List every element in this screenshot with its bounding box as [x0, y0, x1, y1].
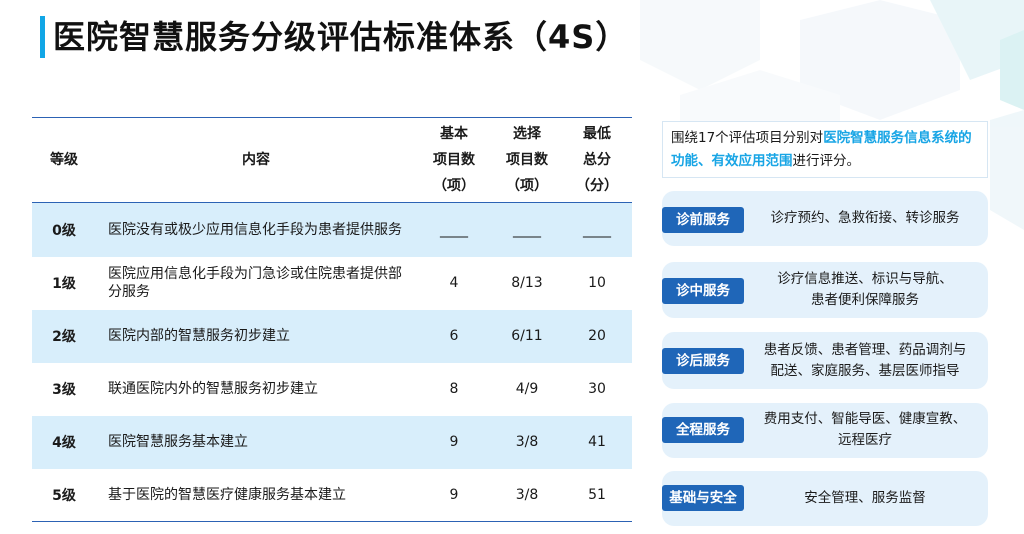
category-description: 费用支付、智能导医、健康宣教、 远程医疗 — [763, 411, 967, 448]
header-optional-items: 选择 项目数 （项） — [506, 126, 548, 194]
category-description: 诊疗信息推送、标识与导航、 患者便利保障服务 — [777, 271, 953, 308]
table-row: 0级 医院没有或极少应用信息化手段为患者提供服务 ____ ____ ____ — [32, 202, 632, 257]
row-content: 医院没有或极少应用信息化手段为患者提供服务 — [96, 202, 416, 257]
row-basic: ____ — [416, 202, 492, 257]
evaluation-table: 等级 内容 基本 项目数 （项） 选择 项目数 （项） 最低 总分 （分） 0级… — [32, 117, 632, 522]
row-content: 基于医院的智慧医疗健康服务基本建立 — [96, 468, 416, 522]
page-title: 医院智慧服务分级评估标准体系（4S） — [53, 18, 629, 56]
table-row: 4级 医院智慧服务基本建立 9 3/8 41 — [32, 415, 632, 469]
row-level: 0级 — [32, 202, 96, 257]
row-min-score: 10 — [562, 256, 632, 310]
category-description: 安全管理、服务监督 — [804, 490, 926, 506]
row-optional: 3/8 — [492, 415, 562, 469]
row-optional: 3/8 — [492, 468, 562, 522]
row-basic: 4 — [416, 256, 492, 310]
header-basic-items: 基本 项目数 （项） — [433, 126, 475, 194]
note-prefix: 围绕17个评估项目分别对 — [671, 130, 824, 146]
row-content: 医院应用信息化手段为门急诊或住院患者提供部分服务 — [96, 256, 416, 310]
category-badge: 诊前服务 — [662, 207, 744, 233]
row-min-score: 51 — [562, 468, 632, 522]
row-content: 医院内部的智慧服务初步建立 — [96, 309, 416, 363]
category-card-infrastructure-security: 基础与安全 安全管理、服务监督 — [662, 471, 988, 526]
row-optional: 4/9 — [492, 362, 562, 416]
row-basic: 9 — [416, 415, 492, 469]
category-badge: 基础与安全 — [662, 485, 744, 511]
row-min-score: 30 — [562, 362, 632, 416]
table-row: 2级 医院内部的智慧服务初步建立 6 6/11 20 — [32, 309, 632, 363]
row-content: 联通医院内外的智慧服务初步建立 — [96, 362, 416, 416]
row-basic: 9 — [416, 468, 492, 522]
category-description: 患者反馈、患者管理、药品调剂与 配送、家庭服务、基层医师指导 — [763, 342, 967, 379]
header-content: 内容 — [242, 152, 270, 168]
category-card-whole-process: 全程服务 费用支付、智能导医、健康宣教、 远程医疗 — [662, 403, 988, 458]
category-badge: 全程服务 — [662, 417, 744, 443]
row-content: 医院智慧服务基本建立 — [96, 415, 416, 469]
title-accent-bar — [40, 16, 45, 58]
row-min-score: 20 — [562, 309, 632, 363]
row-basic: 8 — [416, 362, 492, 416]
evaluation-note: 围绕17个评估项目分别对医院智慧服务信息系统的功能、有效应用范围进行评分。 — [662, 121, 988, 178]
category-card-post-visit: 诊后服务 患者反馈、患者管理、药品调剂与 配送、家庭服务、基层医师指导 — [662, 332, 988, 389]
row-level: 3级 — [32, 362, 96, 416]
table-row: 1级 医院应用信息化手段为门急诊或住院患者提供部分服务 4 8/13 10 — [32, 256, 632, 310]
note-suffix: 进行评分。 — [792, 153, 861, 169]
row-level: 5级 — [32, 468, 96, 522]
table-header-row: 等级 内容 基本 项目数 （项） 选择 项目数 （项） 最低 总分 （分） — [32, 117, 632, 203]
header-min-score: 最低 总分 （分） — [576, 126, 618, 194]
row-level: 4级 — [32, 415, 96, 469]
row-min-score: 41 — [562, 415, 632, 469]
row-level: 2级 — [32, 309, 96, 363]
row-min-score: ____ — [562, 202, 632, 257]
row-level: 1级 — [32, 256, 96, 310]
row-optional: ____ — [492, 202, 562, 257]
header-level: 等级 — [50, 152, 78, 168]
category-card-pre-visit: 诊前服务 诊疗预约、急救衔接、转诊服务 — [662, 191, 988, 246]
category-badge: 诊后服务 — [662, 348, 744, 374]
row-optional: 6/11 — [492, 309, 562, 363]
table-row: 3级 联通医院内外的智慧服务初步建立 8 4/9 30 — [32, 362, 632, 416]
row-optional: 8/13 — [492, 256, 562, 310]
category-badge: 诊中服务 — [662, 278, 744, 304]
category-description: 诊疗预约、急救衔接、转诊服务 — [770, 210, 960, 226]
table-row: 5级 基于医院的智慧医疗健康服务基本建立 9 3/8 51 — [32, 468, 632, 522]
row-basic: 6 — [416, 309, 492, 363]
category-card-during-visit: 诊中服务 诊疗信息推送、标识与导航、 患者便利保障服务 — [662, 262, 988, 318]
